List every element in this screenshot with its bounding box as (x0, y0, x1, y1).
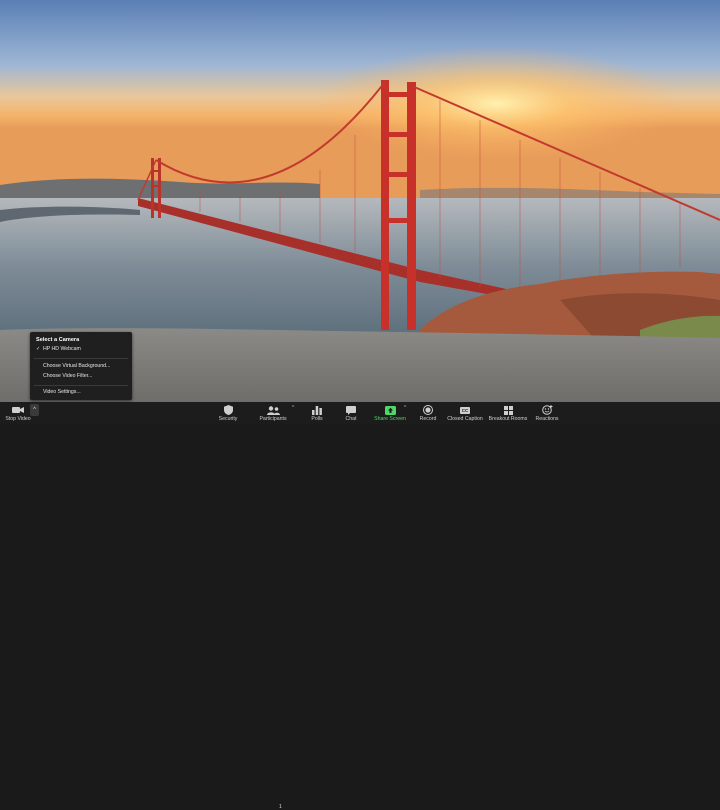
grid-icon (503, 405, 513, 416)
record-label: Record (419, 415, 437, 422)
participants-label: Participants (259, 415, 287, 422)
polls-label: Polls (311, 415, 323, 422)
participants-caret[interactable]: ^ (292, 405, 294, 411)
choose-video-filter-item[interactable]: Choose Video Filter... (43, 373, 93, 379)
participants-count: 1 (279, 804, 282, 810)
polls-button[interactable]: Polls (306, 402, 328, 424)
video-camera-icon (12, 405, 24, 416)
reactions-button[interactable]: Reactions (533, 402, 561, 424)
security-button[interactable]: Security (214, 402, 242, 424)
people-icon (266, 405, 280, 416)
meeting-toolbar: Stop Video Security Participants 1 ^ Pol… (0, 402, 720, 810)
stop-video-label: Stop Video (5, 415, 31, 422)
closed-caption-button[interactable]: CC Closed Caption (446, 402, 484, 424)
menu-divider (34, 358, 128, 359)
share-arrow-icon (384, 405, 396, 416)
video-options-caret[interactable]: ^ (30, 404, 39, 416)
chat-label: Chat (345, 415, 357, 422)
choose-virtual-background-item[interactable]: Choose Virtual Background... (43, 363, 110, 369)
checkmark-icon: ✓ (36, 346, 41, 352)
reactions-label: Reactions (535, 415, 559, 422)
breakout-rooms-button[interactable]: Breakout Rooms (488, 402, 528, 424)
speech-bubble-icon (346, 405, 356, 416)
bar-chart-icon (312, 405, 322, 416)
share-screen-label: Share Screen (374, 415, 406, 422)
participants-button[interactable]: Participants (256, 402, 290, 424)
menu-divider (34, 385, 128, 386)
record-dot-icon (423, 405, 433, 416)
security-label: Security (218, 415, 238, 422)
record-button[interactable]: Record (416, 402, 440, 424)
share-screen-caret[interactable]: ^ (404, 405, 406, 411)
breakout-rooms-label: Breakout Rooms (488, 415, 528, 422)
shield-icon (223, 405, 233, 416)
closed-caption-label: Closed Caption (447, 415, 483, 422)
cc-icon: CC (460, 406, 470, 414)
video-settings-item[interactable]: Video Settings... (43, 389, 81, 395)
stop-video-button[interactable]: Stop Video (4, 402, 32, 424)
camera-menu-header: Select a Camera (36, 337, 80, 343)
chat-button[interactable]: Chat (340, 402, 362, 424)
smiley-plus-icon (541, 405, 553, 416)
camera-option-label: HP HD Webcam (43, 346, 81, 352)
share-screen-button[interactable]: Share Screen (372, 402, 408, 424)
camera-option-hp-hd-webcam[interactable]: ✓ HP HD Webcam (36, 346, 81, 352)
camera-menu: Select a Camera ✓ HP HD Webcam Choose Vir… (30, 332, 132, 400)
